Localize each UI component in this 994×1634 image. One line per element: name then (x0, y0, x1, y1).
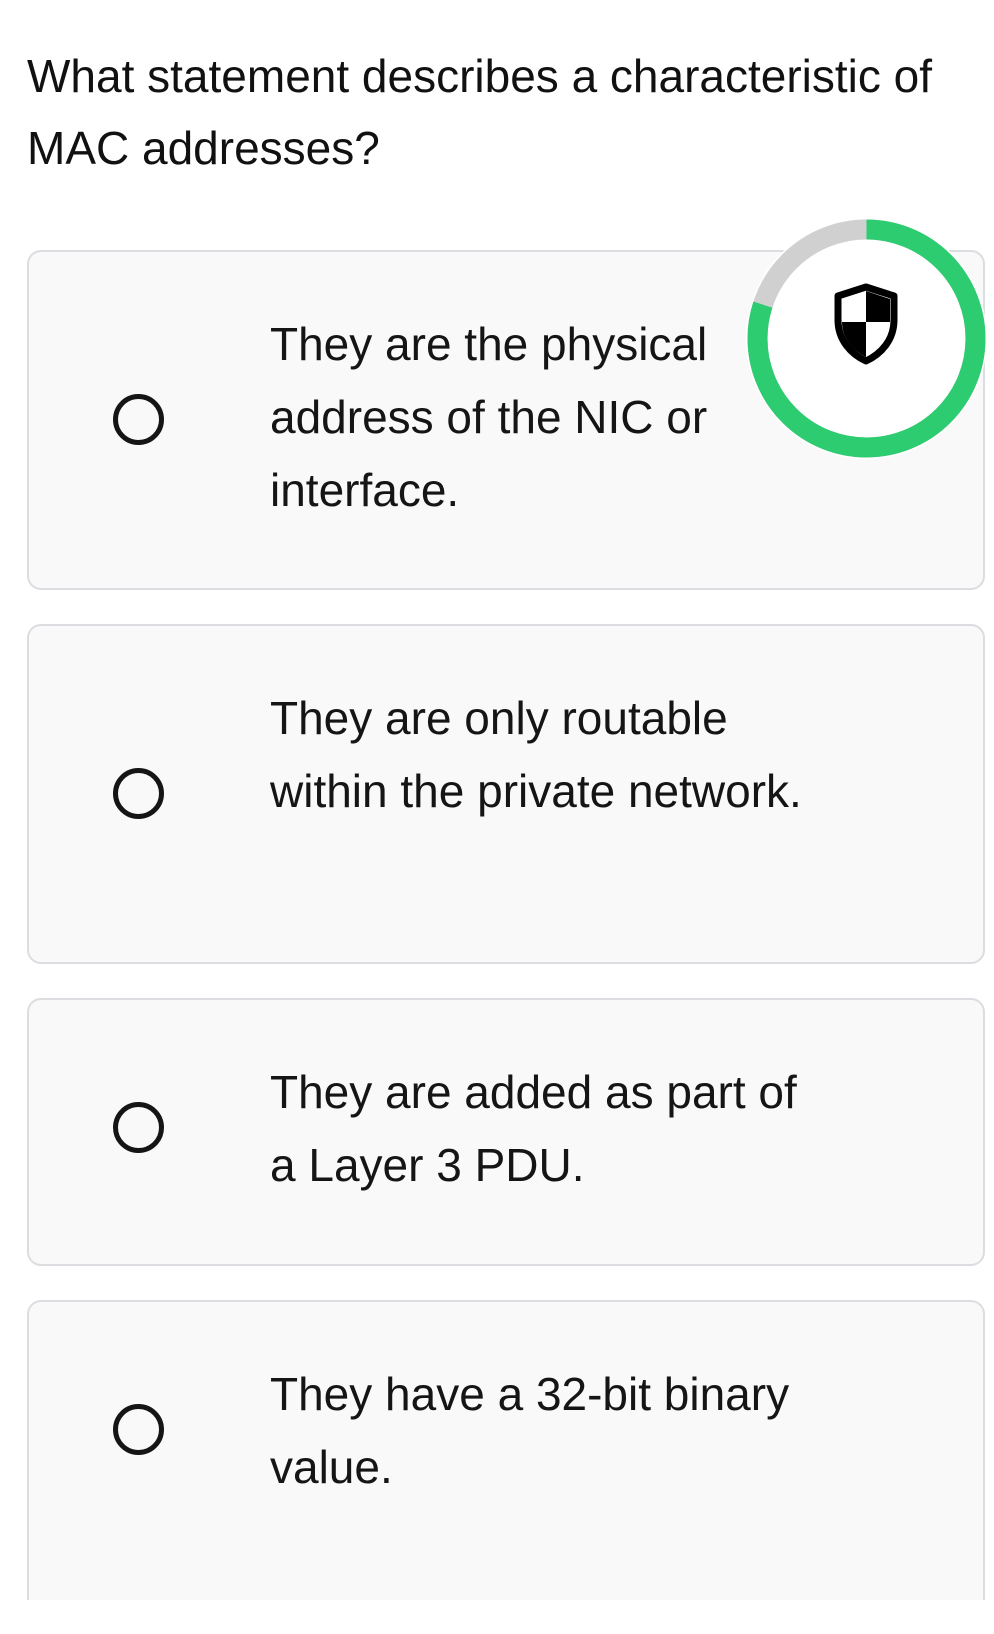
answer-option-label: They have a 32-bit binary value. (270, 1368, 790, 1493)
answer-option-label: They are only routable within the privat… (270, 692, 802, 817)
question-text: What statement describes a characteristi… (27, 50, 933, 174)
radio-button[interactable] (113, 1404, 164, 1455)
answer-option[interactable]: They are only routable within the privat… (27, 624, 985, 964)
answer-option[interactable]: They are added as part of a Layer 3 PDU. (27, 998, 985, 1266)
answer-option-label: They are added as part of a Layer 3 PDU. (270, 1066, 797, 1191)
answer-option-label: They are the physical address of the NIC… (270, 318, 708, 516)
shield-icon (834, 283, 898, 365)
radio-button[interactable] (113, 394, 164, 445)
security-progress-badge[interactable] (746, 218, 987, 459)
answer-option[interactable]: They have a 32-bit binary value. (27, 1300, 985, 1600)
radio-button[interactable] (113, 1102, 164, 1153)
progress-ring (747, 219, 986, 458)
radio-button[interactable] (113, 768, 164, 819)
